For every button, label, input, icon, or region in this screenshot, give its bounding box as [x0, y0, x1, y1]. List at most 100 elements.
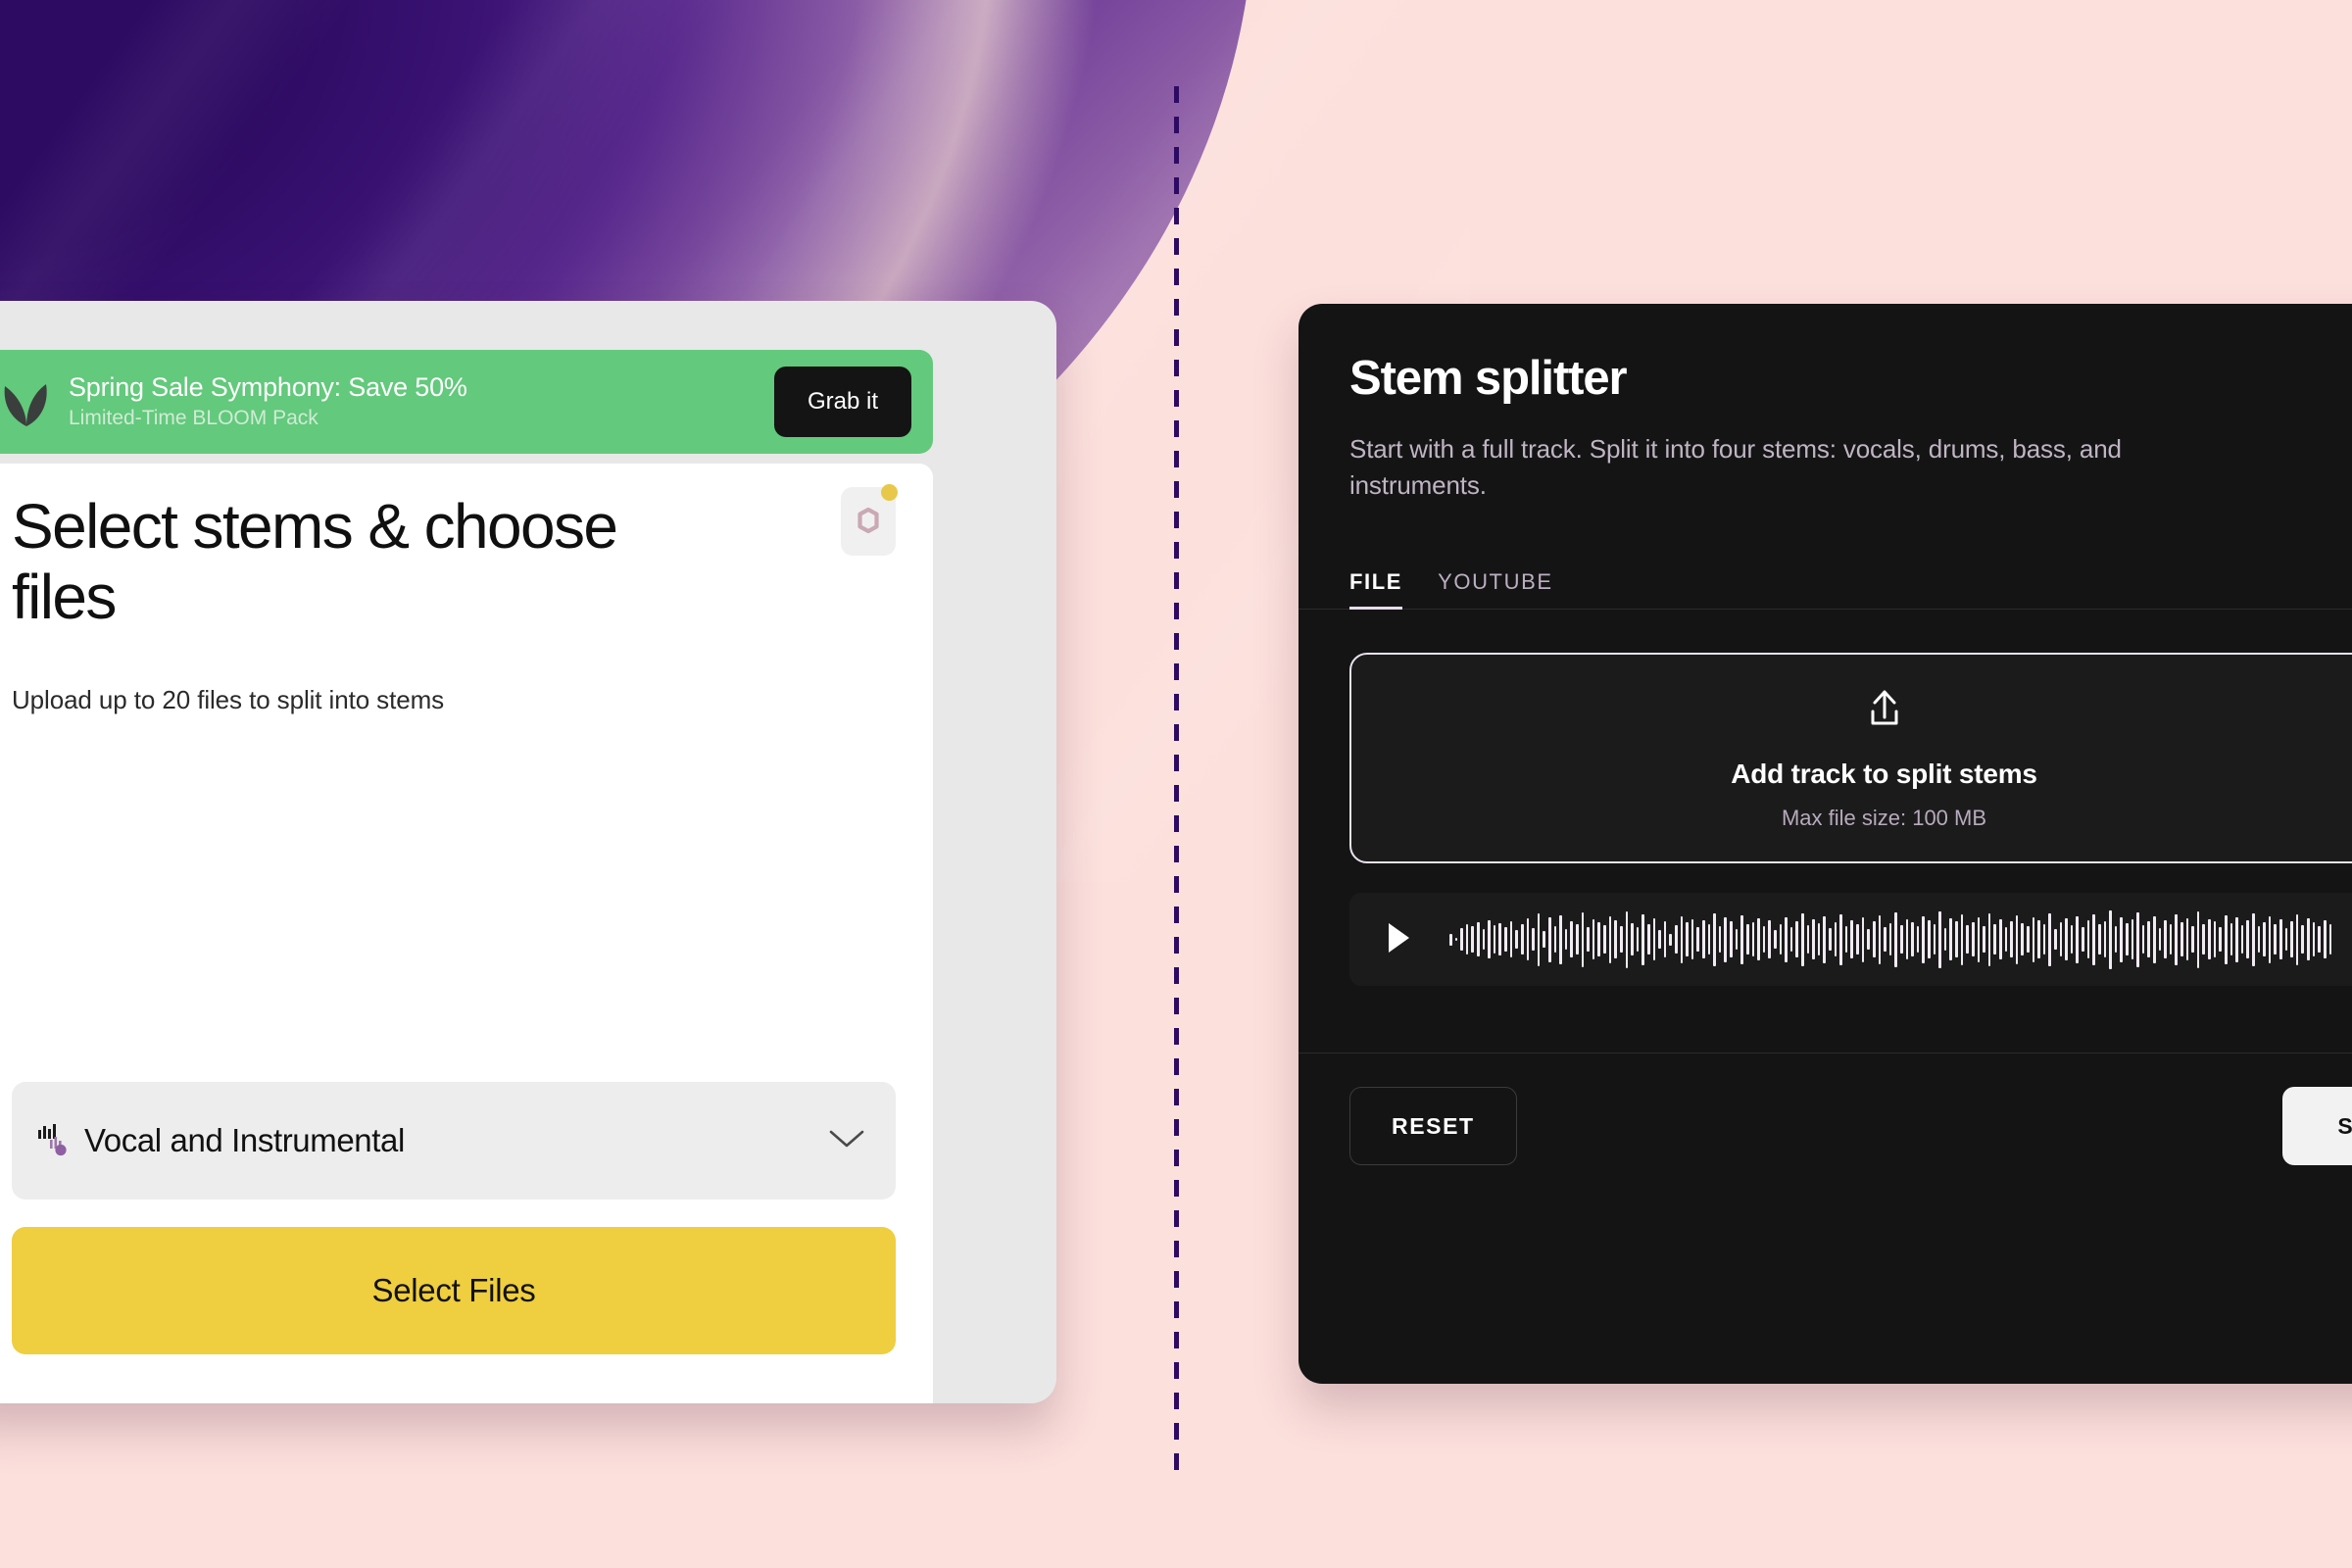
waveform-bar [2185, 918, 2189, 961]
waveform-bar [1971, 922, 1975, 957]
file-dropzone[interactable]: Add track to split stems Max file size: … [1349, 653, 2352, 864]
stem-type-select[interactable]: Vocal and Instrumental [12, 1082, 896, 1200]
notification-dot [881, 484, 898, 501]
waveform-bar [1745, 924, 1749, 956]
waveform-bar [2279, 919, 2282, 960]
waveform-bar [1669, 933, 1672, 946]
waveform-bar [1911, 922, 1914, 957]
waveform-bar [1718, 926, 1722, 954]
waveform-bar [2147, 921, 2150, 958]
waveform-bar [2284, 928, 2288, 952]
waveform-bar [1850, 920, 1854, 959]
waveform-bar [2328, 924, 2332, 956]
waveform-bar [2082, 927, 2084, 953]
left-app-card: Spring Sale Symphony: Save 50% Limited-T… [0, 301, 1056, 1403]
select-files-button[interactable]: Select Files [12, 1227, 896, 1354]
waveform-bar [2092, 913, 2095, 965]
waveform-bar [2015, 914, 2019, 964]
waveform-bar [1829, 928, 1832, 952]
dropzone-subtitle: Max file size: 100 MB [1781, 806, 1987, 831]
waveform-bar [2202, 924, 2206, 956]
waveform-bar [1933, 924, 1936, 956]
audio-player: ✕ [1349, 893, 2352, 987]
waveform-bar [1801, 912, 1804, 966]
waveform-bar [2224, 914, 2228, 964]
waveform-bar [1812, 919, 1815, 960]
waveform-bar [1867, 929, 1870, 951]
left-card-body: Select stems & choose files Upload up to… [0, 464, 933, 1403]
waveform-bar [2010, 921, 2013, 958]
waveform-bar [2109, 909, 2112, 969]
waveform-bar [2295, 913, 2299, 965]
waveform-bar [1773, 930, 1777, 950]
grab-it-button[interactable]: Grab it [773, 367, 911, 437]
waveform-bar [2251, 912, 2255, 966]
waveform-bar [1789, 927, 1793, 953]
waveform-bar [2136, 911, 2139, 967]
waveform-bar [1696, 927, 1700, 953]
audio-waveform-icon [37, 1123, 71, 1158]
reset-button[interactable]: RESET [1349, 1087, 1517, 1166]
waveform-bar [2208, 919, 2211, 960]
waveform-bar [2263, 922, 2266, 957]
tab-file[interactable]: FILE [1349, 569, 1403, 611]
waveform-bar [2196, 910, 2200, 968]
waveform-bar [1834, 922, 1838, 957]
vertical-dashed-divider [1174, 86, 1179, 1483]
waveform-bar [1674, 925, 1678, 955]
tab-youtube[interactable]: YOUTUBE [1438, 569, 1553, 609]
chevron-down-icon[interactable] [827, 1127, 866, 1155]
waveform-bar [2086, 920, 2090, 959]
waveform-bar [1977, 916, 1981, 962]
waveform-bar [2240, 925, 2244, 955]
waveform-bar [2032, 916, 2035, 962]
waveform-bar [1795, 921, 1798, 958]
waveform-bar [2180, 922, 2183, 957]
waveform-bar [2021, 923, 2024, 956]
waveform-bar [1471, 926, 1475, 954]
waveform-bar [1817, 923, 1821, 956]
screen-root: Spring Sale Symphony: Save 50% Limited-T… [0, 0, 2352, 1568]
waveform-bar [1998, 919, 2002, 960]
waveform-bar [1504, 927, 1507, 953]
waveform-bar [1570, 921, 1574, 958]
waveform[interactable] [1449, 909, 2332, 970]
panel-actions: RESET SPLIT STEMS [1298, 1054, 2352, 1166]
waveform-bar [2290, 921, 2293, 958]
waveform-bar [1454, 938, 1458, 942]
waveform-bar [2274, 924, 2278, 956]
promo-text-group: Spring Sale Symphony: Save 50% Limited-T… [69, 372, 774, 431]
waveform-bar [1631, 923, 1634, 956]
waveform-bar [2004, 927, 2008, 953]
waveform-bar [1779, 924, 1783, 956]
waveform-bar [1730, 921, 1733, 958]
panel-header: Stem splitter Start with a full track. S… [1298, 304, 2352, 504]
waveform-bar [1713, 912, 1716, 966]
waveform-bar [2141, 925, 2145, 955]
waveform-bar [1460, 928, 1463, 952]
page-subtitle: Upload up to 20 files to split into stem… [12, 685, 445, 714]
waveform-bar [1943, 928, 1947, 952]
waveform-bar [1949, 918, 1953, 961]
waveform-bar [1449, 933, 1452, 946]
waveform-bar [2125, 923, 2129, 956]
waveform-bar [1806, 925, 1810, 955]
waveform-bar [1916, 926, 1920, 954]
waveform-bar [1922, 915, 1926, 963]
waveform-bar [2268, 915, 2272, 963]
waveform-bar [2153, 915, 2156, 963]
waveform-bar [1537, 912, 1541, 966]
play-button[interactable] [1379, 920, 1418, 959]
waveform-bar [1587, 927, 1590, 953]
waveform-bar [1894, 911, 1897, 967]
waveform-bar [1658, 930, 1661, 950]
waveform-bar [2065, 918, 2068, 961]
play-icon [1384, 921, 1413, 957]
waveform-bar [1564, 929, 1568, 951]
waveform-bar [1955, 921, 1958, 958]
waveform-bar [1987, 912, 1991, 966]
waveform-bar [2059, 922, 2063, 957]
promo-subtitle: Limited-Time BLOOM Pack [69, 406, 318, 429]
split-stems-button[interactable]: SPLIT STEMS [2282, 1087, 2352, 1166]
waveform-bar [2048, 912, 2052, 966]
